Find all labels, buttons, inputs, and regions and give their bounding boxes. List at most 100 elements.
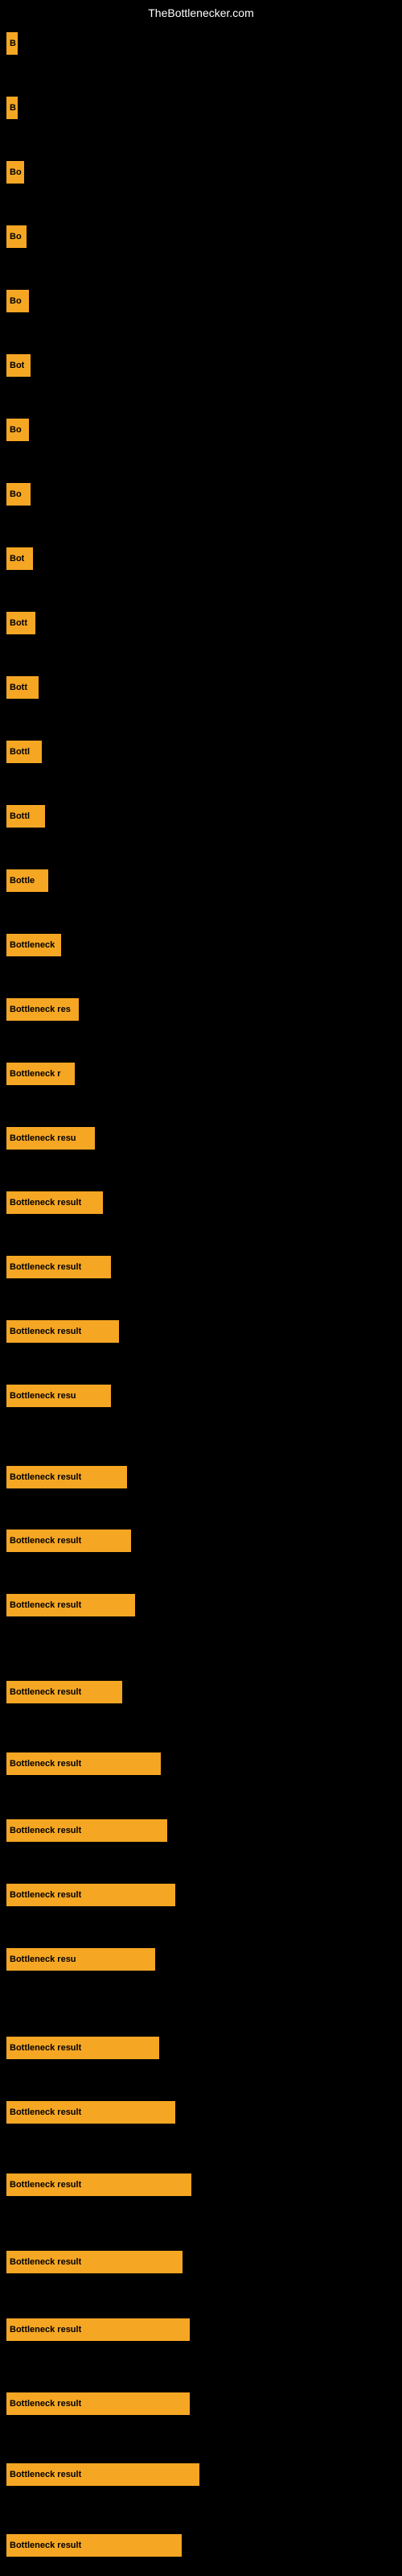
bar-5: Bo xyxy=(6,290,29,312)
bar-container-12: Bottl xyxy=(6,741,42,763)
bar-label-2: B xyxy=(10,103,16,113)
bar-21: Bottleneck result xyxy=(6,1320,119,1343)
bar-9: Bot xyxy=(6,547,33,570)
bar-container-22: Bottleneck resu xyxy=(6,1385,111,1407)
bar-container-7: Bo xyxy=(6,419,29,441)
bar-container-20: Bottleneck result xyxy=(6,1256,111,1278)
bar-37: Bottleneck result xyxy=(6,2463,199,2486)
bar-label-29: Bottleneck result xyxy=(10,1890,81,1900)
bar-container-23: Bottleneck result xyxy=(6,1466,127,1488)
bar-label-36: Bottleneck result xyxy=(10,2399,81,2409)
bar-label-4: Bo xyxy=(10,232,22,242)
bar-label-11: Bott xyxy=(10,683,27,692)
bar-container-13: Bottl xyxy=(6,805,45,828)
bar-12: Bottl xyxy=(6,741,42,763)
bar-24: Bottleneck result xyxy=(6,1530,131,1552)
bar-11: Bott xyxy=(6,676,39,699)
bar-label-18: Bottleneck resu xyxy=(10,1133,76,1143)
bar-container-17: Bottleneck r xyxy=(6,1063,75,1085)
bar-container-19: Bottleneck result xyxy=(6,1191,103,1214)
bar-container-6: Bot xyxy=(6,354,31,377)
bar-28: Bottleneck result xyxy=(6,1819,167,1842)
bar-container-29: Bottleneck result xyxy=(6,1884,175,1906)
bar-container-28: Bottleneck result xyxy=(6,1819,167,1842)
bar-container-14: Bottle xyxy=(6,869,48,892)
bar-container-25: Bottleneck result xyxy=(6,1594,135,1616)
bar-container-33: Bottleneck result xyxy=(6,2174,191,2196)
bar-label-21: Bottleneck result xyxy=(10,1327,81,1336)
bar-16: Bottleneck res xyxy=(6,998,79,1021)
bar-container-3: Bo xyxy=(6,161,24,184)
bar-8: Bo xyxy=(6,483,31,506)
bar-label-38: Bottleneck result xyxy=(10,2541,81,2550)
bar-label-19: Bottleneck result xyxy=(10,1198,81,1208)
bar-18: Bottleneck resu xyxy=(6,1127,95,1150)
bar-container-9: Bot xyxy=(6,547,33,570)
bar-label-30: Bottleneck resu xyxy=(10,1955,76,1964)
bar-label-35: Bottleneck result xyxy=(10,2325,81,2334)
bar-label-14: Bottle xyxy=(10,876,35,886)
bar-label-8: Bo xyxy=(10,489,22,499)
bar-38: Bottleneck result xyxy=(6,2534,182,2557)
bar-container-10: Bott xyxy=(6,612,35,634)
bar-20: Bottleneck result xyxy=(6,1256,111,1278)
site-title: TheBottlenecker.com xyxy=(148,6,254,19)
bar-container-36: Bottleneck result xyxy=(6,2392,190,2415)
bar-31: Bottleneck result xyxy=(6,2037,159,2059)
bar-container-26: Bottleneck result xyxy=(6,1681,122,1703)
bar-label-27: Bottleneck result xyxy=(10,1759,81,1769)
bar-label-31: Bottleneck result xyxy=(10,2043,81,2053)
bar-label-1: B xyxy=(10,39,16,48)
bar-23: Bottleneck result xyxy=(6,1466,127,1488)
bar-container-31: Bottleneck result xyxy=(6,2037,159,2059)
bar-29: Bottleneck result xyxy=(6,1884,175,1906)
bar-label-34: Bottleneck result xyxy=(10,2257,81,2267)
bar-container-4: Bo xyxy=(6,225,27,248)
bar-container-24: Bottleneck result xyxy=(6,1530,131,1552)
bar-3: Bo xyxy=(6,161,24,184)
bar-label-5: Bo xyxy=(10,296,22,306)
bar-label-12: Bottl xyxy=(10,747,30,757)
bar-4: Bo xyxy=(6,225,27,248)
bar-7: Bo xyxy=(6,419,29,441)
bar-label-13: Bottl xyxy=(10,811,30,821)
bar-container-8: Bo xyxy=(6,483,31,506)
bar-32: Bottleneck result xyxy=(6,2101,175,2124)
bar-label-17: Bottleneck r xyxy=(10,1069,61,1079)
bar-container-27: Bottleneck result xyxy=(6,1752,161,1775)
bar-35: Bottleneck result xyxy=(6,2318,190,2341)
bar-container-35: Bottleneck result xyxy=(6,2318,190,2341)
bar-label-10: Bott xyxy=(10,618,27,628)
bar-10: Bott xyxy=(6,612,35,634)
bar-label-25: Bottleneck result xyxy=(10,1600,81,1610)
bar-6: Bot xyxy=(6,354,31,377)
bar-label-33: Bottleneck result xyxy=(10,2180,81,2190)
bar-27: Bottleneck result xyxy=(6,1752,161,1775)
bar-label-24: Bottleneck result xyxy=(10,1536,81,1546)
bar-33: Bottleneck result xyxy=(6,2174,191,2196)
bar-14: Bottle xyxy=(6,869,48,892)
bar-label-6: Bot xyxy=(10,361,24,370)
bar-container-5: Bo xyxy=(6,290,29,312)
bar-container-30: Bottleneck resu xyxy=(6,1948,155,1971)
bar-container-21: Bottleneck result xyxy=(6,1320,119,1343)
bar-19: Bottleneck result xyxy=(6,1191,103,1214)
bar-label-9: Bot xyxy=(10,554,24,564)
bar-container-37: Bottleneck result xyxy=(6,2463,199,2486)
bar-container-15: Bottleneck xyxy=(6,934,61,956)
bar-container-32: Bottleneck result xyxy=(6,2101,175,2124)
bar-container-16: Bottleneck res xyxy=(6,998,79,1021)
bar-label-32: Bottleneck result xyxy=(10,2107,81,2117)
bar-22: Bottleneck resu xyxy=(6,1385,111,1407)
bar-container-38: Bottleneck result xyxy=(6,2534,182,2557)
bar-15: Bottleneck xyxy=(6,934,61,956)
bar-17: Bottleneck r xyxy=(6,1063,75,1085)
bar-label-37: Bottleneck result xyxy=(10,2470,81,2479)
bar-label-3: Bo xyxy=(10,167,22,177)
bar-label-20: Bottleneck result xyxy=(10,1262,81,1272)
bar-label-16: Bottleneck res xyxy=(10,1005,71,1014)
bar-label-23: Bottleneck result xyxy=(10,1472,81,1482)
bar-label-15: Bottleneck xyxy=(10,940,55,950)
bar-label-26: Bottleneck result xyxy=(10,1687,81,1697)
bar-container-1: B xyxy=(6,32,18,55)
